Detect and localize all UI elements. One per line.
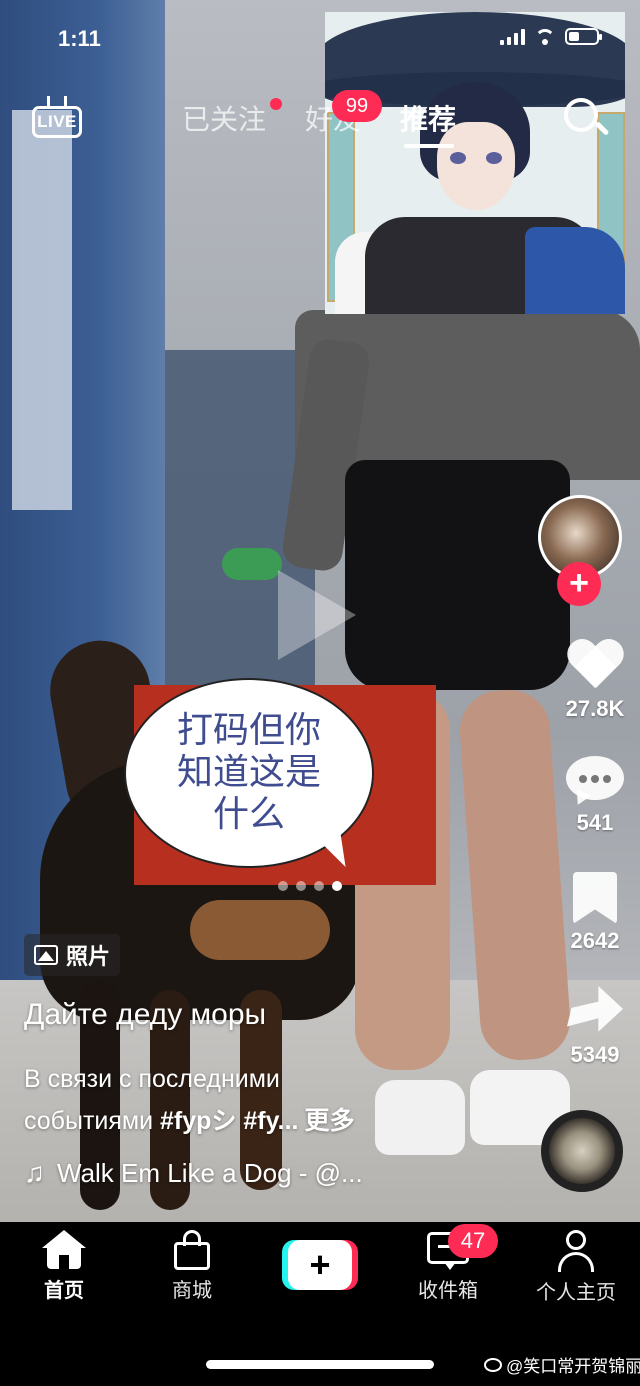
following-new-dot — [270, 98, 282, 110]
signal-icon — [500, 28, 525, 45]
share-icon — [567, 986, 623, 1038]
live-label: LIVE — [32, 106, 82, 138]
play-icon — [278, 570, 356, 660]
weibo-icon — [484, 1357, 502, 1372]
photo-badge-label: 照片 — [66, 944, 111, 969]
status-time: 1:11 — [58, 26, 101, 51]
music-name: Walk Em Like a Dog - @... — [57, 1157, 363, 1188]
overlay-cape — [525, 227, 625, 314]
nav-profile[interactable]: 个人主页 — [526, 1230, 626, 1305]
share-button[interactable]: 5349 — [550, 986, 640, 1068]
like-button[interactable]: 27.8K — [550, 640, 640, 722]
hashtag[interactable]: #fypシ — [160, 1107, 236, 1135]
leash-handle — [222, 548, 282, 580]
nav-home[interactable]: 首页 — [14, 1230, 114, 1303]
carousel-dot-active — [332, 881, 342, 891]
wifi-icon — [535, 28, 555, 45]
friends-badge: 99 — [332, 90, 382, 122]
bottom-navigation: 首页 商城 + 收件箱 47 个人主页 @笑口常开贺锦丽 — [0, 1222, 640, 1386]
plus-icon: + — [288, 1240, 352, 1290]
description-line: В связи с последними — [24, 1065, 280, 1093]
carousel-indicator — [278, 881, 342, 891]
nav-home-label: 首页 — [44, 1280, 84, 1302]
like-count: 27.8K — [565, 696, 625, 721]
tab-for-you[interactable]: 推荐 — [400, 98, 456, 138]
carousel-dot — [314, 881, 324, 891]
live-button[interactable]: LIVE — [32, 96, 82, 140]
post-title: Дайте деду моры — [24, 998, 267, 1031]
hashtag[interactable]: #fy... — [243, 1107, 298, 1135]
overlay-eye — [486, 152, 502, 164]
sticker-text: 打码但你知道这是什么 — [176, 710, 321, 835]
heart-icon — [566, 640, 624, 692]
home-indicator[interactable] — [206, 1360, 434, 1369]
save-count: 2642 — [570, 928, 620, 953]
search-icon[interactable] — [562, 96, 610, 144]
battery-icon — [565, 28, 602, 45]
overlay-eye — [450, 152, 466, 164]
weibo-watermark: @笑口常开贺锦丽 — [484, 1352, 640, 1377]
inbox-badge: 47 — [448, 1224, 498, 1258]
carousel-dot — [278, 881, 288, 891]
description-line: событиями #fypシ #fy... 更多 — [24, 1100, 444, 1142]
profile-icon — [556, 1230, 596, 1272]
active-tab-indicator — [404, 144, 454, 148]
home-icon — [42, 1230, 86, 1270]
post-description[interactable]: В связи с последними событиями #fypシ #fy… — [24, 1058, 444, 1142]
watermark-text: @笑口常开贺锦丽 — [506, 1357, 640, 1376]
photo-mode-badge: 照片 — [24, 934, 121, 976]
music-disc-icon[interactable] — [541, 1110, 623, 1192]
background-window — [12, 110, 72, 510]
more-link[interactable]: 更多 — [305, 1107, 355, 1135]
description-text: событиями — [24, 1107, 161, 1135]
nav-profile-label: 个人主页 — [536, 1282, 616, 1304]
person-shorts — [345, 460, 570, 690]
follow-plus-button[interactable]: + — [557, 562, 601, 606]
status-icons — [500, 28, 602, 45]
music-note-icon: ♫ — [24, 1157, 45, 1188]
save-button[interactable]: 2642 — [550, 872, 640, 954]
comment-icon — [566, 756, 624, 809]
bookmark-icon — [573, 872, 617, 924]
photo-icon — [34, 945, 58, 965]
shopping-bag-icon — [172, 1230, 212, 1270]
nav-shop[interactable]: 商城 — [142, 1230, 242, 1303]
create-button[interactable]: + — [282, 1240, 358, 1290]
share-count: 5349 — [570, 1042, 620, 1067]
carousel-dot — [296, 881, 306, 891]
anime-character-overlay — [325, 12, 625, 314]
comment-count: 541 — [576, 810, 614, 835]
nav-inbox-label: 收件箱 — [418, 1280, 478, 1302]
tab-following[interactable]: 已关注 — [182, 98, 266, 138]
dog-markings — [190, 900, 330, 960]
nav-shop-label: 商城 — [172, 1280, 212, 1302]
comment-button[interactable]: 541 — [550, 756, 640, 836]
music-title[interactable]: ♫ Walk Em Like a Dog - @... — [24, 1157, 363, 1189]
post-photo[interactable]: 打码但你知道这是什么 — [0, 0, 640, 1222]
